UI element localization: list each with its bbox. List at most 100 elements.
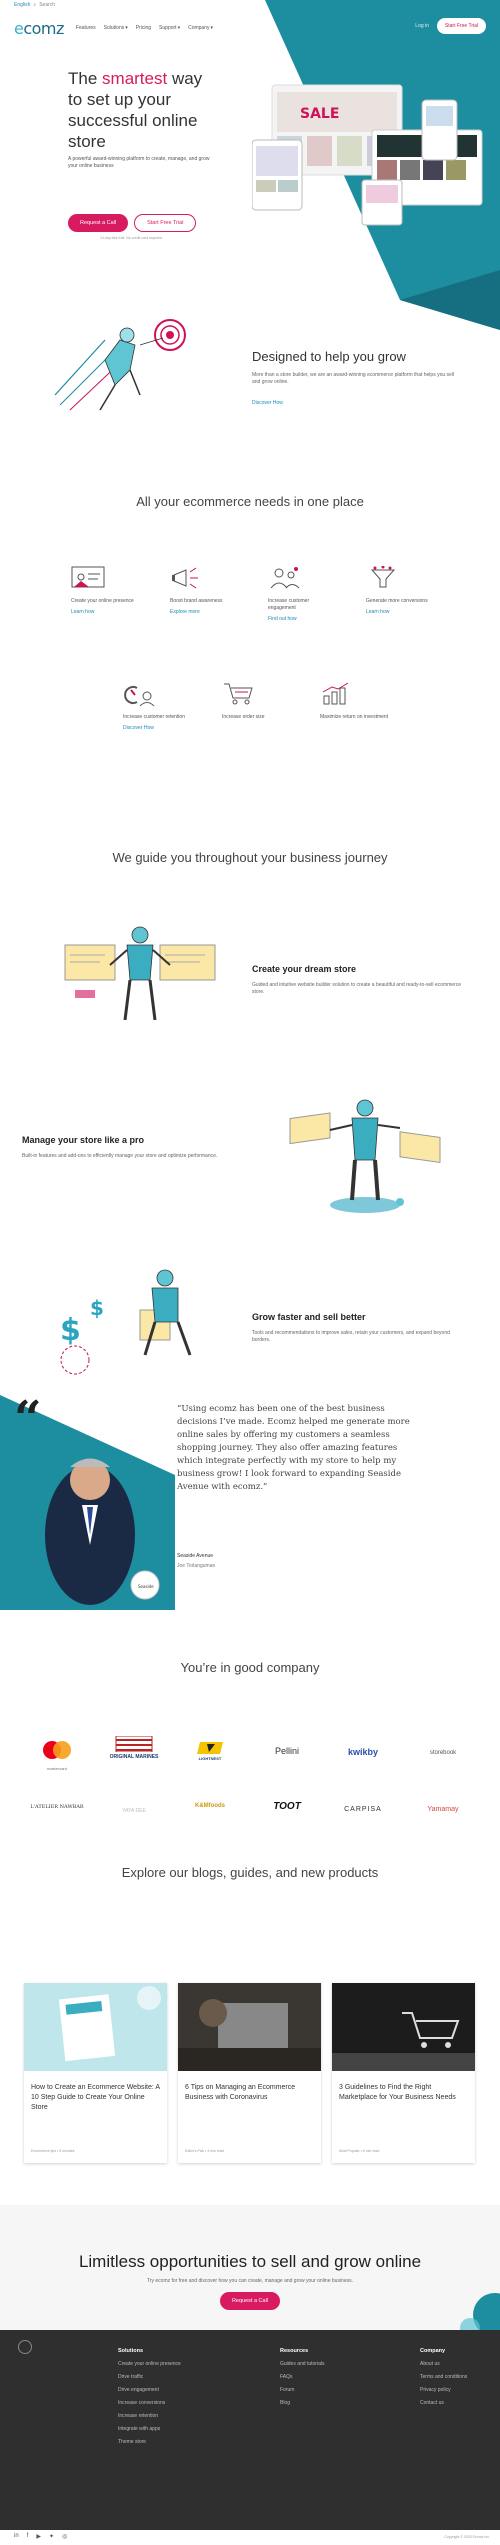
nav-company-label: Company (188, 25, 210, 31)
youtube-icon[interactable]: ▶ (36, 2533, 41, 2540)
nav-support-label: Support (159, 25, 177, 31)
footer-link[interactable]: About us (420, 2361, 467, 2367)
footer-link[interactable]: Contact us (420, 2400, 467, 2406)
partner-logo-toot: TOOT (273, 1801, 301, 1812)
main-nav: Features Solutions ▾ Pricing Support ▾ Com… (76, 25, 213, 31)
cta-request-call-button[interactable]: Request a Call (219, 2292, 281, 2310)
journey-step-2-title: Manage your store like a pro (22, 1135, 145, 1145)
footer-link[interactable]: Terms and conditions (420, 2374, 467, 2380)
footer-heading: Company (420, 2348, 446, 2354)
nav-features[interactable]: Features (76, 25, 96, 31)
blog-card-image (178, 1983, 321, 2071)
partner-logo-kwikby: kwikby (347, 1747, 378, 1757)
need-label: Increase customer engagement (268, 598, 310, 611)
blog-card[interactable]: 3 Guidelines to Find the Right Marketpla… (332, 1983, 475, 2163)
partner-logo-mastercard: mastercard (22, 1740, 92, 1771)
footer-link[interactable]: Guides and tutorials (280, 2361, 324, 2367)
nav-solutions[interactable]: Solutions ▾ (104, 25, 128, 31)
dream-store-illustration (64, 926, 216, 1021)
need-link[interactable]: Find out how (268, 616, 338, 622)
copyright: Copyright © 2020 Ecomz Inc. (444, 2535, 490, 2539)
bottom-bar: in f ▶ ✦ ◎ Copyright © 2020 Ecomz Inc. (0, 2530, 500, 2545)
footer-logo-icon (18, 2340, 32, 2354)
header: ecomz Features Solutions ▾ Pricing Suppor… (14, 18, 486, 38)
footer-link[interactable]: Drive engagement (118, 2387, 181, 2393)
need-link[interactable]: Learn how (366, 609, 436, 615)
blog-card-meta: Ecommerce tips • 5 minutes (31, 2149, 75, 2153)
hero-note: 14-day free trial. No credit card requir… (100, 236, 162, 240)
partner-logo-nawbar: L'ATELIER NAWBAR (30, 1804, 84, 1810)
svg-text:$: $ (60, 1313, 81, 1348)
linkedin-icon[interactable]: in (14, 2533, 19, 2540)
chevron-down-icon: ▾ (125, 25, 128, 31)
footer: Solutions Create your online presence Dr… (0, 2330, 500, 2530)
blogs-title: Explore our blogs, guides, and new produ… (121, 1865, 379, 1880)
footer-link[interactable]: Integrate with apps (118, 2426, 181, 2432)
need-label: Generate more conversions (366, 598, 428, 604)
partner-name: mastercard (46, 1766, 67, 1771)
nav-support[interactable]: Support ▾ (159, 25, 180, 31)
need-link[interactable]: Discover How (123, 725, 193, 731)
need-label: Boost brand awareness (170, 598, 223, 604)
journey-step-3-title: Grow faster and sell better (252, 1312, 366, 1322)
nav-pricing[interactable]: Pricing (136, 25, 151, 31)
testimonial-quote: “Using ecomz has been one of the best bu… (177, 1404, 410, 1492)
partner-name: ORIGINAL MARINES (109, 1754, 159, 1760)
nav-company[interactable]: Company ▾ (188, 25, 213, 31)
language-selector[interactable]: English (14, 2, 30, 8)
footer-company: Company About us Terms and conditions Pr… (420, 2348, 467, 2413)
header-free-trial-button[interactable]: Start Free Trial (436, 18, 486, 34)
footer-heading: Solutions (118, 2348, 144, 2354)
start-trial-button[interactable]: Start Free Trial (134, 214, 197, 232)
journey-step-1-body: Guided and intuitive website builder sol… (252, 982, 462, 995)
blog-card[interactable]: How to Create an Ecommerce Website: A 10… (24, 1983, 167, 2163)
testimonial-company: Seaside Avenue (177, 1553, 214, 1559)
cta-button-wrap: Request a Call (0, 2292, 500, 2310)
company-title: You’re in good company (180, 1660, 320, 1675)
rocket-figure-illustration (54, 319, 186, 411)
blog-card-meta: Most Popular • 5 min read (339, 2149, 380, 2153)
hero-title-a: The (68, 69, 103, 88)
journey-title: We guide you throughout your business jo… (112, 850, 388, 865)
need-item: Generate more conversions Learn how (366, 565, 436, 615)
footer-link[interactable]: Create your online presence (118, 2361, 181, 2367)
grow-faster-illustration: $ $ (60, 1269, 192, 1375)
blog-card-title: 3 Guidelines to Find the Right Marketpla… (339, 2084, 456, 2101)
mastercard-logo-icon (43, 1741, 71, 1759)
footer-link[interactable]: Forum (280, 2387, 324, 2393)
facebook-icon[interactable]: f (27, 2533, 29, 2540)
instagram-icon[interactable]: ◎ (62, 2533, 67, 2540)
footer-link[interactable]: Theme store (118, 2439, 181, 2445)
footer-link[interactable]: Blog (280, 2400, 324, 2406)
request-call-button[interactable]: Request a Call (68, 214, 129, 232)
need-item: Maximize return on investment (320, 682, 390, 721)
cta-title: Limitless opportunities to sell and grow… (78, 2252, 422, 2271)
blog-card-image (24, 1983, 167, 2071)
footer-link[interactable]: Increase retention (118, 2413, 181, 2419)
blog-card[interactable]: 6 Tips on Managing an Ecommerce Business… (178, 1983, 321, 2163)
need-item: Create your online presence Learn how (71, 566, 141, 615)
top-bar: English ⌕ Search (14, 2, 55, 8)
need-link[interactable]: Learn how (71, 609, 141, 615)
footer-link[interactable]: Drive traffic (118, 2374, 181, 2380)
designed-title: Designed to help you grow (252, 349, 406, 364)
ecomz-logo[interactable]: ecomz (14, 19, 64, 38)
search-icon[interactable]: ⌕ (33, 2, 36, 8)
discover-how-link[interactable]: Discover How (252, 400, 283, 406)
search-link[interactable]: Search (39, 2, 55, 8)
megaphone-icon (172, 567, 198, 589)
testimonial-person: Joe Torlanguman (177, 1563, 216, 1569)
need-link[interactable]: Explore more (170, 609, 240, 615)
partner-logo-yamamay: Yamamay (427, 1806, 459, 1813)
login-link[interactable]: Log in (415, 23, 429, 29)
footer-link[interactable]: Increase conversions (118, 2400, 181, 2406)
growth-chart-icon (322, 682, 349, 705)
footer-link[interactable]: FAQs (280, 2374, 324, 2380)
lightnest-logo-icon (197, 1742, 223, 1754)
twitter-icon[interactable]: ✦ (49, 2533, 54, 2540)
footer-link[interactable]: Privacy policy (420, 2387, 467, 2393)
customer-retention-icon (124, 686, 155, 707)
footer-heading: Resources (280, 2348, 309, 2354)
nav-solutions-label: Solutions (103, 25, 125, 31)
svg-text:$: $ (90, 1296, 104, 1320)
